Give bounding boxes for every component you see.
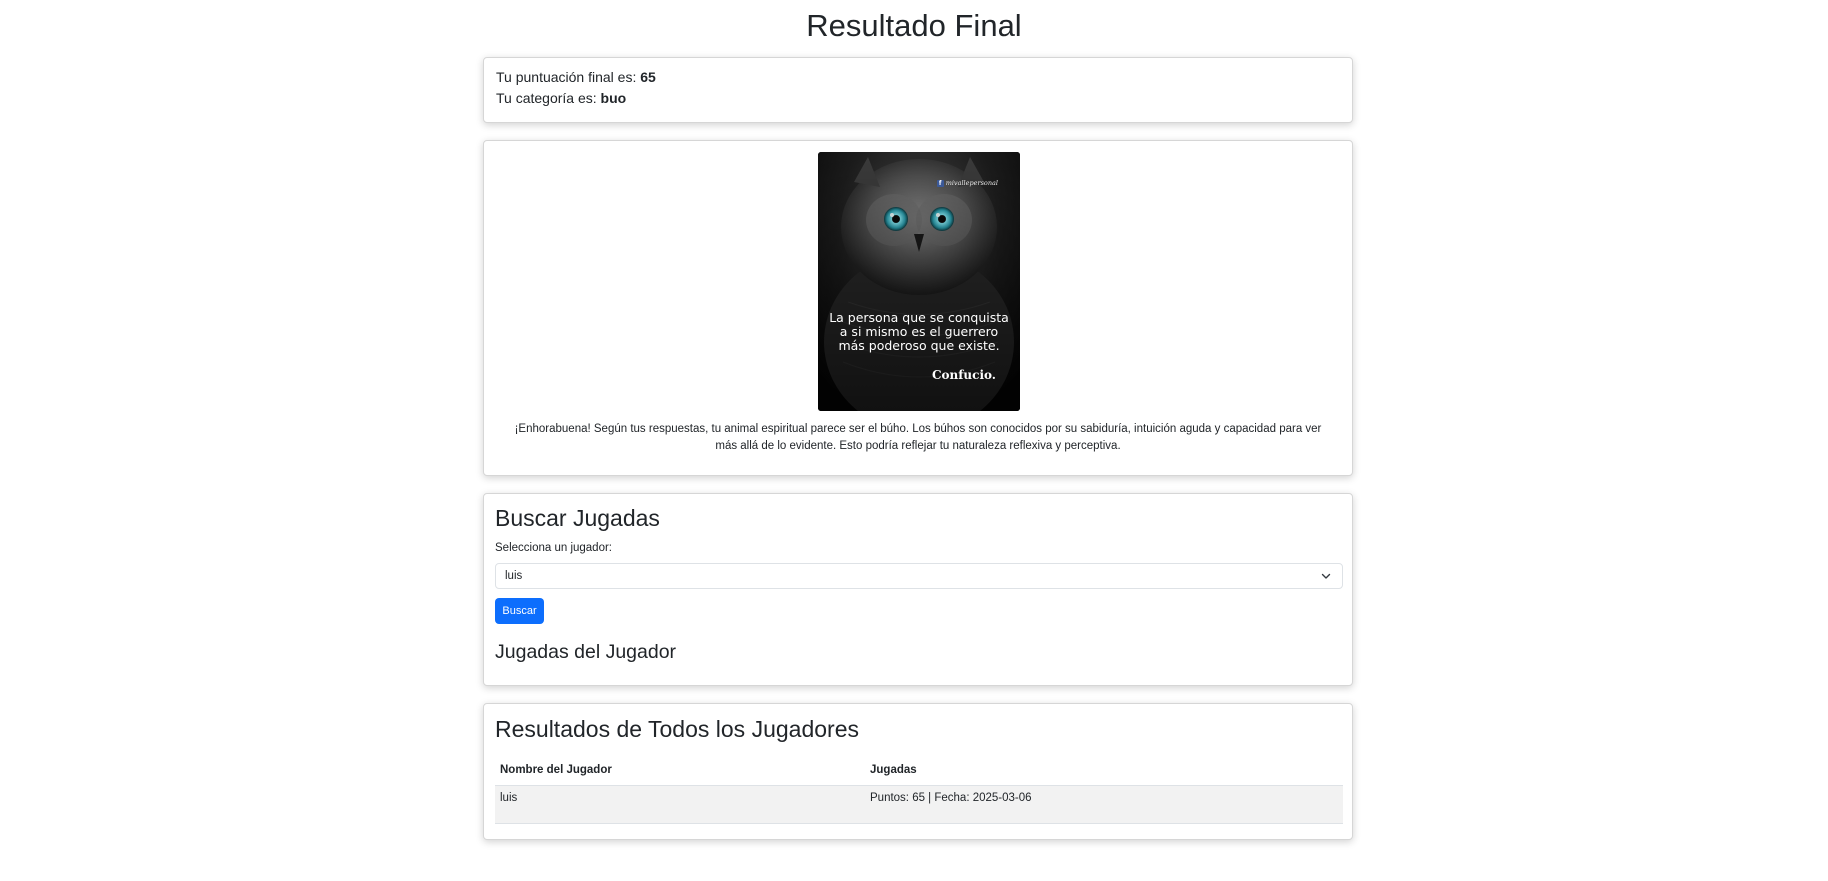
results-table: Nombre del Jugador Jugadas luis Puntos: … xyxy=(495,754,1343,824)
player-select-value: luis xyxy=(505,570,523,582)
facebook-icon: f xyxy=(936,179,944,187)
search-button[interactable]: Buscar xyxy=(495,598,544,624)
final-score-value: 65 xyxy=(640,69,656,85)
cell-player-plays: Puntos: 65 | Fecha: 2025-03-06 xyxy=(865,785,1343,824)
category-line: Tu categoría es: buo xyxy=(496,88,1340,109)
category-value: buo xyxy=(600,90,627,106)
final-score-label: Tu puntuación final es: xyxy=(496,69,637,85)
owl-image: f mivallepersonal La persona que se conq… xyxy=(818,152,1020,411)
image-watermark: f mivallepersonal xyxy=(936,179,998,187)
page: Resultado Final Tu puntuación final es: … xyxy=(0,0,1828,881)
image-quote: La persona que se conquista a si mismo e… xyxy=(829,310,1009,353)
spirit-animal-description: ¡Enhorabuena! Según tus respuestas, tu a… xyxy=(514,423,1322,452)
spirit-animal-card: f mivallepersonal La persona que se conq… xyxy=(483,140,1353,476)
cell-player-name: luis xyxy=(495,785,865,824)
score-card: Tu puntuación final es: 65 Tu categoría … xyxy=(483,57,1353,123)
player-select-label: Selecciona un jugador: xyxy=(495,542,612,554)
table-row: luis Puntos: 65 | Fecha: 2025-03-06 xyxy=(495,785,1343,824)
player-select[interactable]: luis xyxy=(495,563,1343,589)
chevron-down-icon xyxy=(1321,573,1331,579)
final-score-line: Tu puntuación final es: 65 xyxy=(496,67,1340,88)
table-header-row: Nombre del Jugador Jugadas xyxy=(495,754,1343,786)
all-results-card: Resultados de Todos los Jugadores Nombre… xyxy=(483,703,1353,840)
column-header-player-name: Nombre del Jugador xyxy=(495,754,865,786)
page-title: Resultado Final xyxy=(806,8,1022,43)
column-header-plays: Jugadas xyxy=(865,754,1343,786)
category-label: Tu categoría es: xyxy=(496,90,597,106)
search-plays-title: Buscar Jugadas xyxy=(495,505,660,531)
search-plays-card: Buscar Jugadas Selecciona un jugador: lu… xyxy=(483,493,1353,686)
image-quote-author: Confucio. xyxy=(931,368,996,382)
player-plays-title: Jugadas del Jugador xyxy=(495,641,677,663)
watermark-text: mivallepersonal xyxy=(945,179,998,187)
all-results-title: Resultados de Todos los Jugadores xyxy=(495,716,859,742)
